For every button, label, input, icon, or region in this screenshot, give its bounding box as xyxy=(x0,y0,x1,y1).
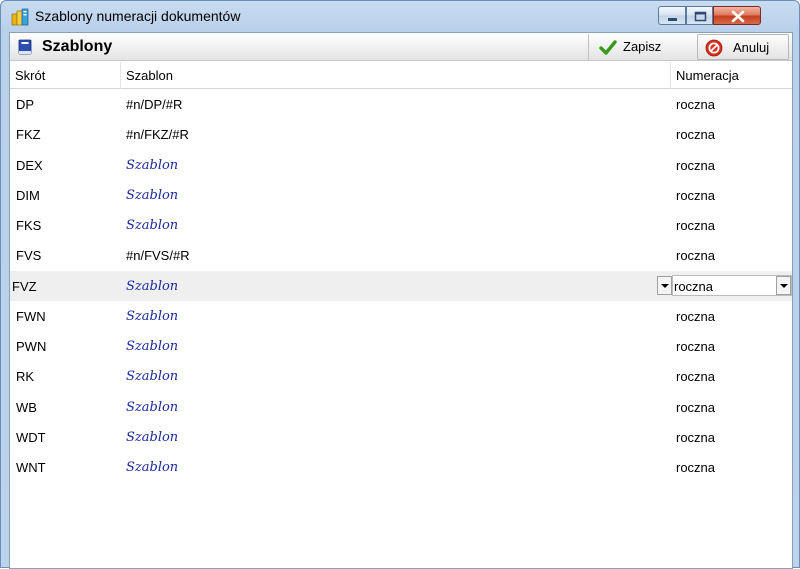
dialog-content: Szablony Zapisz Anuluj Skrót Szablon Num… xyxy=(9,32,793,569)
row-template-placeholder[interactable]: Szablon xyxy=(126,339,178,354)
table-row[interactable]: FVS #n/FVS/#R roczna xyxy=(10,240,792,270)
checkmark-icon xyxy=(599,40,617,55)
table-row-selected[interactable]: FVZ Szablon roczna xyxy=(10,270,792,301)
window-title: Szablony numeracji dokumentów xyxy=(35,8,241,24)
row-code: WB xyxy=(16,399,37,415)
row-template[interactable]: #n/DP/#R xyxy=(126,97,182,112)
table-row[interactable]: FKZ #n/FKZ/#R roczna xyxy=(10,119,792,149)
table-row[interactable]: DIM Szablon roczna xyxy=(10,180,792,210)
row-code: DIM xyxy=(16,187,40,203)
row-code: RK xyxy=(16,369,35,385)
table-row[interactable]: RK Szablon roczna xyxy=(10,361,792,391)
close-icon xyxy=(731,10,745,23)
table-row[interactable]: FWN Szablon roczna xyxy=(10,301,792,331)
chevron-down-icon xyxy=(661,283,669,288)
row-numbering: roczna xyxy=(676,460,716,475)
minimize-button[interactable] xyxy=(658,6,686,25)
row-template-placeholder[interactable]: Szablon xyxy=(126,279,178,294)
cancel-button[interactable]: Anuluj xyxy=(697,34,789,60)
row-numbering: roczna xyxy=(676,157,716,173)
maximize-button[interactable] xyxy=(686,6,713,25)
row-template-placeholder[interactable]: Szablon xyxy=(126,400,178,415)
table-row[interactable]: DP #n/DP/#R roczna xyxy=(10,89,792,119)
template-dropdown-button[interactable] xyxy=(657,275,672,295)
row-code: WNT xyxy=(16,460,46,475)
row-template-placeholder[interactable]: Szablon xyxy=(126,188,178,203)
row-template-placeholder[interactable]: Szablon xyxy=(126,218,178,233)
close-button[interactable] xyxy=(713,6,761,25)
row-numbering: roczna xyxy=(676,308,716,324)
table-row[interactable]: WNT Szablon roczna xyxy=(10,452,792,482)
row-numbering: roczna xyxy=(676,429,716,445)
row-code: FVZ xyxy=(12,278,37,294)
row-code: FWN xyxy=(16,308,46,324)
row-code: FVS xyxy=(16,248,42,264)
row-code: DEX xyxy=(16,157,43,173)
row-code: FKZ xyxy=(16,127,41,143)
row-code: DP xyxy=(16,97,35,112)
row-code: WDT xyxy=(16,429,46,445)
save-label: Zapisz xyxy=(623,39,662,54)
grid-header: Skrót Szablon Numeracja xyxy=(10,62,792,89)
row-numbering: roczna xyxy=(676,399,716,415)
app-icon xyxy=(11,8,29,26)
toolbar: Szablony Zapisz Anuluj xyxy=(10,33,792,61)
templates-grid: Skrót Szablon Numeracja DP #n/DP/#R roczna… xyxy=(10,62,792,569)
table-row[interactable]: FKS Szablon roczna xyxy=(10,210,792,240)
row-template-placeholder[interactable]: Szablon xyxy=(126,460,178,475)
row-numbering: roczna xyxy=(676,97,716,112)
column-header-numbering[interactable]: Numeracja xyxy=(670,62,792,89)
row-numbering: roczna xyxy=(676,127,716,143)
cancel-label: Anuluj xyxy=(733,40,770,55)
row-template-placeholder[interactable]: Szablon xyxy=(126,309,178,324)
dialog-window: Szablony numeracji dokumentów Szablony Z… xyxy=(0,0,800,569)
column-header-template[interactable]: Szablon xyxy=(120,62,670,89)
table-row[interactable]: DEX Szablon roczna xyxy=(10,150,792,180)
toolbar-title: Szablony xyxy=(42,38,113,55)
cancel-icon xyxy=(705,39,723,57)
chevron-down-icon xyxy=(780,283,788,288)
template-book-icon xyxy=(18,39,32,55)
row-numbering: roczna xyxy=(676,369,716,385)
row-numbering: roczna xyxy=(676,218,716,233)
numbering-dropdown-button[interactable] xyxy=(776,275,791,295)
table-row[interactable]: WB Szablon roczna xyxy=(10,392,792,422)
title-bar[interactable]: Szablony numeracji dokumentów xyxy=(1,1,799,31)
save-button[interactable]: Zapisz xyxy=(588,34,695,60)
row-template[interactable]: #n/FVS/#R xyxy=(126,248,190,263)
table-row[interactable]: PWN Szablon roczna xyxy=(10,331,792,361)
maximize-icon xyxy=(694,11,707,22)
row-numbering: roczna xyxy=(676,248,716,264)
minimize-icon xyxy=(668,18,677,21)
row-code: FKS xyxy=(16,218,42,233)
row-numbering: roczna xyxy=(676,187,716,203)
row-template-placeholder[interactable]: Szablon xyxy=(126,430,178,445)
column-header-code[interactable]: Skrót xyxy=(10,62,110,89)
row-numbering: roczna xyxy=(676,339,716,354)
row-numbering[interactable]: roczna xyxy=(674,279,713,294)
row-template[interactable]: #n/FKZ/#R xyxy=(126,127,189,142)
row-code: PWN xyxy=(16,339,47,354)
row-template-placeholder[interactable]: Szablon xyxy=(126,369,178,384)
table-row[interactable]: WDT Szablon roczna xyxy=(10,422,792,452)
row-template-placeholder[interactable]: Szablon xyxy=(126,158,178,173)
